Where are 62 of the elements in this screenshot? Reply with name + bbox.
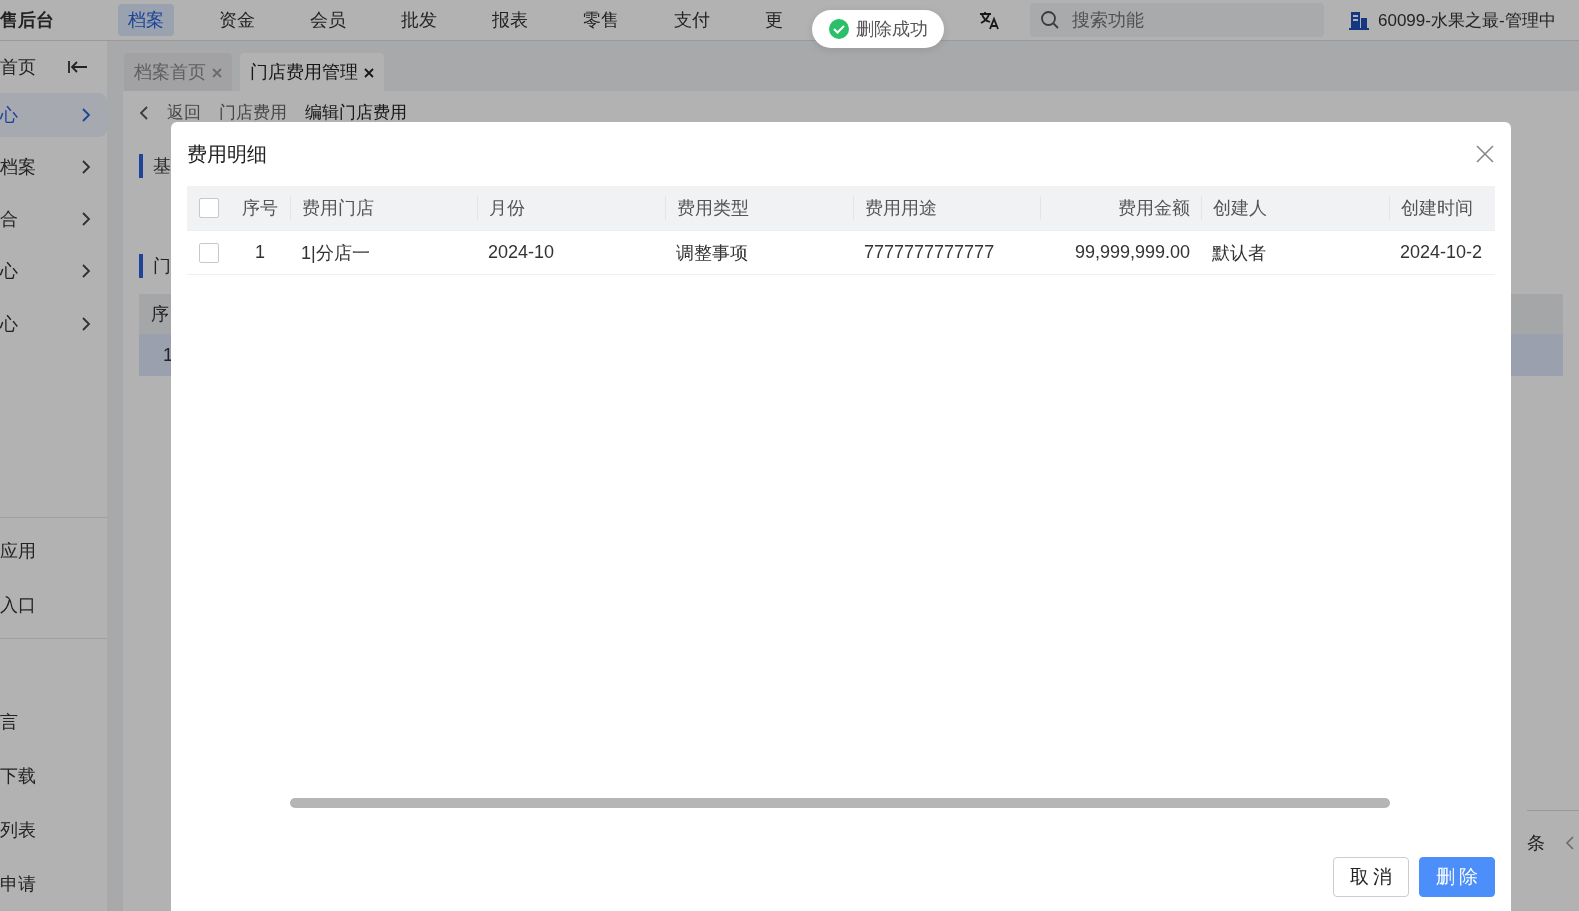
- column-header: 序号: [242, 198, 278, 218]
- search-field[interactable]: 搜索功能: [1030, 3, 1324, 37]
- table-cell: 1|分店一: [301, 242, 370, 263]
- nav-tab[interactable]: 更: [755, 4, 793, 36]
- column-header: 创建时间: [1401, 198, 1473, 218]
- page-tab[interactable]: 门店费用管理: [240, 53, 384, 91]
- breadcrumb: 编辑门店费用: [305, 102, 407, 124]
- sidebar-link[interactable]: 入口: [0, 578, 107, 632]
- nav-tab[interactable]: 资金: [209, 4, 265, 36]
- chevron-right-icon: [81, 106, 91, 123]
- chevron-left-icon[interactable]: [1565, 835, 1575, 851]
- pagination-text: 条: [1527, 832, 1545, 855]
- cancel-button[interactable]: 取消: [1333, 857, 1409, 897]
- sidebar-link[interactable]: 下载: [0, 749, 107, 803]
- breadcrumb[interactable]: 门店费用: [219, 101, 287, 124]
- sidebar-link[interactable]: 申请: [0, 857, 107, 911]
- table-cell: 7777777777777: [864, 242, 995, 262]
- table-cell: 默认者: [1212, 242, 1266, 263]
- nav-tab[interactable]: 报表: [482, 4, 538, 36]
- table-cell: 2024-10: [488, 242, 555, 262]
- nav-tab[interactable]: 批发: [391, 4, 447, 36]
- search-icon: [1040, 10, 1060, 30]
- column-header: 费用门店: [302, 198, 374, 218]
- sidebar-item[interactable]: 心: [0, 301, 107, 346]
- chevron-left-icon[interactable]: [139, 104, 149, 121]
- translate-icon[interactable]: [978, 9, 1000, 31]
- nav-tab[interactable]: 零售: [573, 4, 629, 36]
- chevron-right-icon: [81, 263, 91, 280]
- table-cell: 2024-10-2: [1400, 242, 1483, 262]
- close-icon[interactable]: [364, 68, 374, 78]
- chevron-right-icon: [81, 315, 91, 332]
- building-icon: [1348, 10, 1370, 30]
- column-header: 月份: [489, 198, 525, 218]
- column-header: 费用类型: [677, 198, 749, 218]
- nav-tab[interactable]: 支付: [664, 4, 720, 36]
- table-cell: 99,999,999.00: [1074, 242, 1190, 262]
- check-circle-icon: [828, 18, 850, 40]
- account-name[interactable]: 60099-水果之最-管理中: [1378, 8, 1556, 32]
- back-link[interactable]: 返回: [167, 101, 201, 124]
- sidebar-item[interactable]: 合: [0, 197, 107, 242]
- table-cell: 1: [255, 242, 265, 262]
- table-cell: 调整事项: [676, 242, 748, 263]
- checkbox[interactable]: [198, 198, 219, 218]
- sidebar-link[interactable]: 言: [0, 695, 107, 749]
- column-header: 费用用途: [865, 198, 937, 218]
- checkbox[interactable]: [198, 242, 219, 263]
- chevron-right-icon: [81, 159, 91, 176]
- chevron-right-icon: [81, 211, 91, 228]
- sidebar-item[interactable]: 心: [0, 249, 107, 294]
- nav-tab[interactable]: 会员: [300, 4, 356, 36]
- nav-tab[interactable]: 档案: [118, 4, 174, 36]
- sidebar-item[interactable]: 首页: [0, 54, 36, 79]
- sidebar-item[interactable]: 档案: [0, 145, 107, 190]
- sidebar-link[interactable]: 应用: [0, 524, 107, 578]
- column-header: 费用金额: [1118, 198, 1190, 218]
- brand-title: 售后台: [0, 9, 55, 32]
- sidebar-link[interactable]: 列表: [0, 803, 107, 857]
- collapse-icon[interactable]: [67, 58, 89, 75]
- column-header: 创建人: [1213, 198, 1267, 218]
- scrollbar-thumb[interactable]: [290, 798, 1390, 808]
- toast-message: 删除成功: [856, 18, 928, 41]
- sidebar-item[interactable]: 心: [0, 92, 107, 138]
